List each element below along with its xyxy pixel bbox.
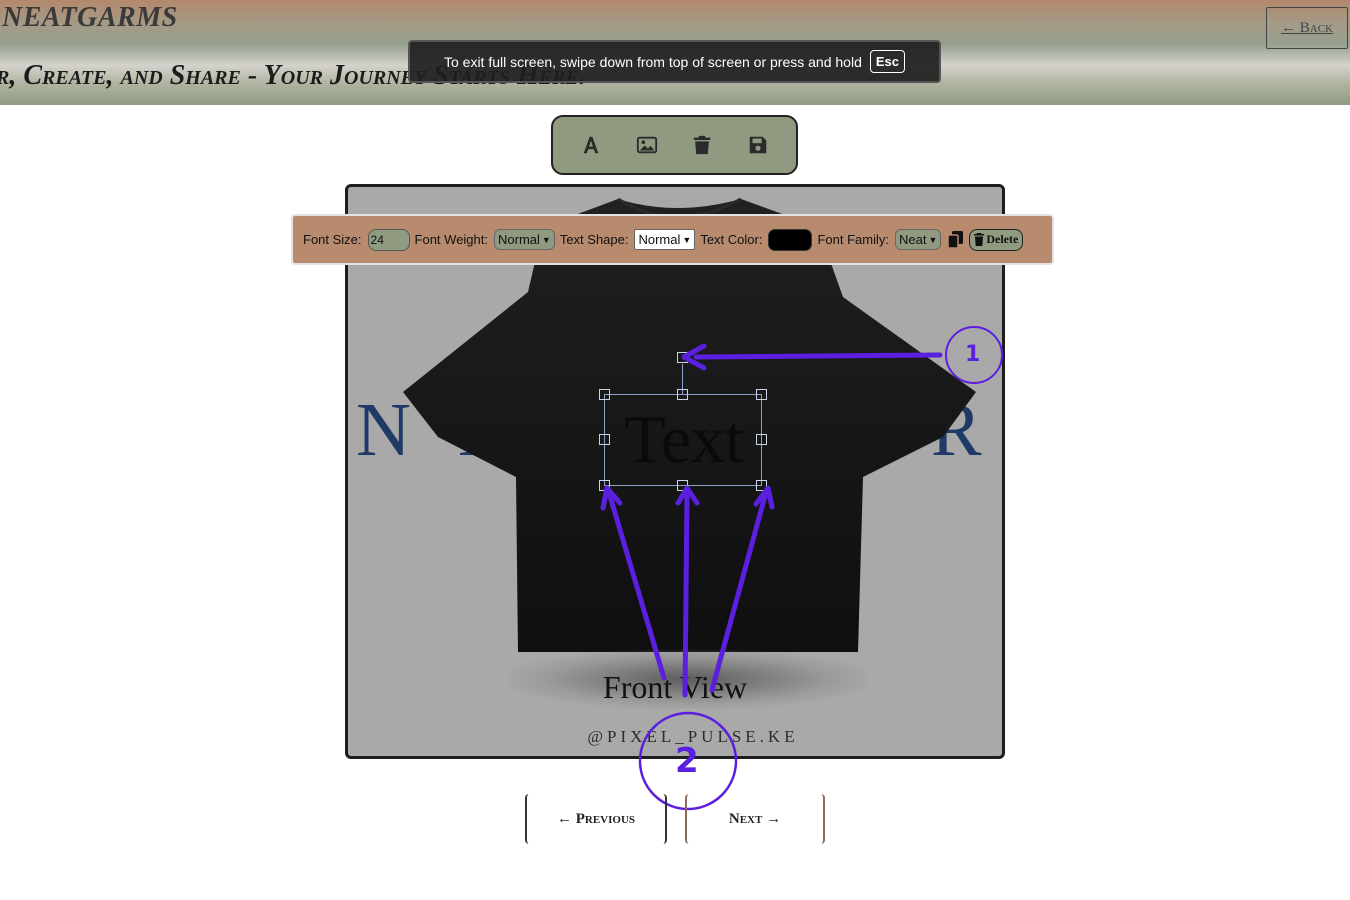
image-icon [636, 136, 657, 154]
previous-view-button[interactable]: ← Previous [525, 794, 667, 844]
next-view-button[interactable]: Next → [685, 794, 825, 844]
trash-icon [974, 233, 985, 246]
duplicate-text-button[interactable] [946, 229, 964, 251]
delete-text-button[interactable]: Delete [969, 228, 1024, 251]
font-weight-select[interactable]: Normal ▼ [494, 229, 555, 250]
chevron-down-icon: ▼ [541, 234, 551, 245]
rotate-handle[interactable] [677, 352, 688, 363]
brand-logo-text: NEATGARMS [2, 2, 178, 33]
font-family-select[interactable]: Neat ▼ [894, 229, 942, 250]
save-design-button[interactable] [740, 127, 776, 163]
resize-handle-bottom-left[interactable] [599, 480, 610, 491]
fullscreen-toast: To exit full screen, swipe down from top… [408, 40, 941, 83]
font-weight-label: Font Weight: [414, 232, 488, 247]
font-size-input[interactable] [367, 228, 410, 251]
resize-handle-bottom-right[interactable] [756, 480, 767, 491]
toast-message: To exit full screen, swipe down from top… [443, 53, 862, 70]
trash-icon [694, 135, 711, 155]
font-family-value: Neat [898, 232, 927, 247]
text-icon [583, 136, 599, 154]
resize-handle-top[interactable] [677, 389, 688, 400]
view-label: Front View [602, 669, 748, 705]
chevron-down-icon: ▼ [682, 234, 692, 245]
resize-handle-bottom[interactable] [677, 480, 688, 491]
font-size-label: Font Size: [303, 232, 362, 247]
delete-all-button[interactable] [684, 127, 720, 163]
copy-icon [947, 231, 963, 248]
text-object-content: Text [624, 401, 744, 477]
text-color-picker[interactable] [768, 228, 813, 251]
callout-2-number: 2 [675, 741, 699, 781]
add-image-button[interactable] [629, 127, 665, 163]
resize-handle-right[interactable] [756, 434, 767, 445]
text-properties-panel: Font Size: Font Weight: Normal ▼ Text Sh… [291, 214, 1054, 265]
delete-label: Delete [986, 232, 1019, 246]
text-shape-label: Text Shape: [559, 232, 629, 247]
callout-1-number: 1 [965, 342, 981, 367]
chevron-down-icon: ▼ [928, 234, 938, 245]
font-family-label: Font Family: [817, 232, 889, 247]
font-weight-value: Normal [498, 232, 540, 247]
resize-handle-left[interactable] [599, 434, 610, 445]
text-shape-select[interactable]: Normal ▼ [634, 229, 696, 250]
resize-handle-top-left[interactable] [599, 389, 610, 400]
text-color-label: Text Color: [700, 232, 763, 247]
esc-key-badge: Esc [869, 50, 905, 73]
view-pagination: ← Previous Next → [525, 794, 827, 844]
text-shape-value: Normal [638, 232, 681, 247]
selected-text-object[interactable]: Text [604, 394, 762, 486]
save-icon [749, 136, 767, 154]
add-text-button[interactable] [573, 127, 609, 163]
editor-toolbar [551, 115, 798, 175]
back-button[interactable]: ← Back [1266, 7, 1348, 49]
resize-handle-top-right[interactable] [756, 389, 767, 400]
